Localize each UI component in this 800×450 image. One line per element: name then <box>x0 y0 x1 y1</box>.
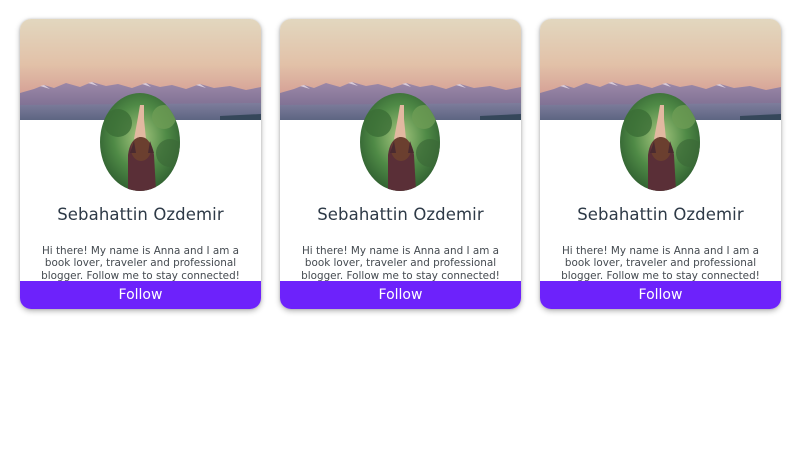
avatar <box>360 93 440 191</box>
profile-bio: Hi there! My name is Anna and I am a boo… <box>301 245 500 282</box>
profile-card-list: Sebahattin Ozdemir Hi there! My name is … <box>0 0 800 450</box>
profile-name: Sebahattin Ozdemir <box>577 205 744 224</box>
profile-bio: Hi there! My name is Anna and I am a boo… <box>41 245 240 282</box>
follow-button[interactable]: Follow <box>540 281 781 309</box>
profile-card: Sebahattin Ozdemir Hi there! My name is … <box>20 19 261 309</box>
follow-button[interactable]: Follow <box>20 281 261 309</box>
avatar <box>620 93 700 191</box>
profile-card: Sebahattin Ozdemir Hi there! My name is … <box>540 19 781 309</box>
profile-card: Sebahattin Ozdemir Hi there! My name is … <box>280 19 521 309</box>
profile-name: Sebahattin Ozdemir <box>57 205 224 224</box>
avatar <box>100 93 180 191</box>
profile-name: Sebahattin Ozdemir <box>317 205 484 224</box>
profile-bio: Hi there! My name is Anna and I am a boo… <box>561 245 760 282</box>
follow-button[interactable]: Follow <box>280 281 521 309</box>
